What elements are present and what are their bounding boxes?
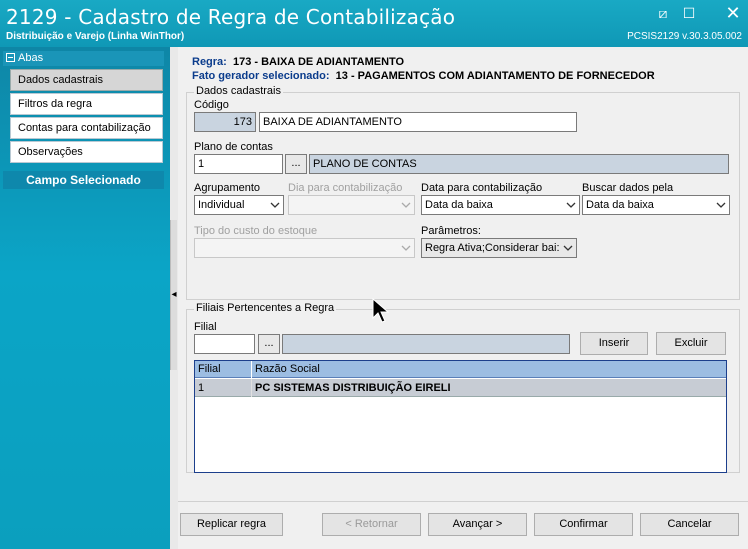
data-select[interactable]: Data da baixa [421,195,580,215]
filiais-grid[interactable]: Filial Razão Social 1 PC SISTEMAS DISTRI… [194,360,727,473]
mouse-cursor-icon [372,297,390,327]
codigo-label: Código [194,99,229,111]
sidebar-collapse-handle[interactable]: ◂ [170,220,177,370]
window-title: 2129 - Cadastro de Regra de Contabilizaç… [6,5,456,29]
chevron-down-icon [566,197,576,213]
sidebar-item-contas[interactable]: Contas para contabilização [10,117,163,139]
filial-label: Filial [194,321,217,333]
trigger-label: Fato gerador selecionado: [192,70,330,82]
parametros-value: Regra Ativa;Considerar bai: [425,242,560,254]
plano-lookup-button[interactable]: ... [285,154,307,174]
sidebar-item-observacoes[interactable]: Observações [10,141,163,163]
replicar-button[interactable]: Replicar regra [180,513,283,536]
dados-cadastrais-title: Dados cadastrais [194,85,283,97]
data-value: Data da baixa [425,199,493,211]
minimize-icon[interactable]: ⧄ [652,4,674,22]
buscar-select[interactable]: Data da baixa [582,195,730,215]
collapse-box-icon[interactable] [6,53,15,62]
avancar-button[interactable]: Avançar > [428,513,527,536]
retornar-button: < Retornar [322,513,421,536]
rule-value: 173 - BAIXA DE ADIANTAMENTO [232,56,405,68]
filial-lookup-button[interactable]: ... [258,334,280,354]
chevron-down-icon [401,197,411,213]
confirmar-button[interactable]: Confirmar [534,513,633,536]
codigo-field[interactable]: 173 [194,112,256,132]
row-razao: PC SISTEMAS DISTRIBUIÇÃO EIRELI [255,382,451,394]
sidebar: Abas Dados cadastrais Filtros da regra C… [0,47,170,549]
tipo-label: Tipo do custo do estoque [194,225,318,237]
cancelar-button[interactable]: Cancelar [640,513,739,536]
footer: Replicar regra < Retornar Avançar > Conf… [178,502,748,549]
close-icon[interactable]: ✕ [722,4,744,22]
agrupamento-label: Agrupamento [194,182,261,194]
selected-field-title: Campo Selecionado [3,171,164,189]
excluir-button[interactable]: Excluir [656,332,726,355]
filiais-title: Filiais Pertencentes a Regra [194,302,337,314]
window-subtitle: Distribuição e Varejo (Linha WinThor) [6,31,185,42]
agrupamento-value: Individual [198,199,245,211]
filial-desc-field [282,334,570,354]
chevron-down-icon [270,197,280,213]
col-filial-header[interactable]: Filial [198,363,221,375]
row-filial: 1 [198,382,205,394]
chevron-down-icon [716,197,726,213]
maximize-icon[interactable]: ☐ [678,4,700,22]
buscar-value: Data da baixa [586,199,654,211]
plano-label: Plano de contas [194,141,273,153]
agrupamento-select[interactable]: Individual [194,195,284,215]
dia-label: Dia para contabilização [288,182,403,194]
grid-header: Filial Razão Social [195,361,726,378]
trigger-value: 13 - PAGAMENTOS COM ADIANTAMENTO DE FORN… [335,70,655,82]
inserir-button[interactable]: Inserir [580,332,648,355]
buscar-label: Buscar dados pela [582,182,674,194]
parametros-label: Parâmetros: [421,225,481,237]
parametros-select[interactable]: Regra Ativa;Considerar bai: [421,238,577,258]
version-label: PCSIS2129 v.30.3.05.002 [627,31,742,42]
main-panel: Regra: 173 - BAIXA DE ADIANTAMENTO Fato … [178,47,748,549]
table-row[interactable]: 1 PC SISTEMAS DISTRIBUIÇÃO EIRELI [195,379,726,397]
tipo-select [194,238,415,258]
rule-info: Regra: 173 - BAIXA DE ADIANTAMENTO Fato … [192,56,655,84]
plano-desc-field: PLANO DE CONTAS [309,154,729,174]
plano-code-field[interactable]: 1 [194,154,283,174]
title-bar: 2129 - Cadastro de Regra de Contabilizaç… [0,0,748,47]
sidebar-item-dados-cadastrais[interactable]: Dados cadastrais [10,69,163,91]
filial-field[interactable] [194,334,255,354]
chevron-down-icon [563,240,573,256]
descricao-field[interactable]: BAIXA DE ADIANTAMENTO [259,112,577,132]
tabs-header[interactable]: Abas [3,51,164,66]
sidebar-item-filtros[interactable]: Filtros da regra [10,93,163,115]
dia-select [288,195,415,215]
col-razao-header[interactable]: Razão Social [255,363,320,375]
data-label: Data para contabilização [421,182,543,194]
chevron-down-icon [401,240,411,256]
tabs-header-label: Abas [18,52,44,64]
rule-label: Regra: [192,56,227,68]
